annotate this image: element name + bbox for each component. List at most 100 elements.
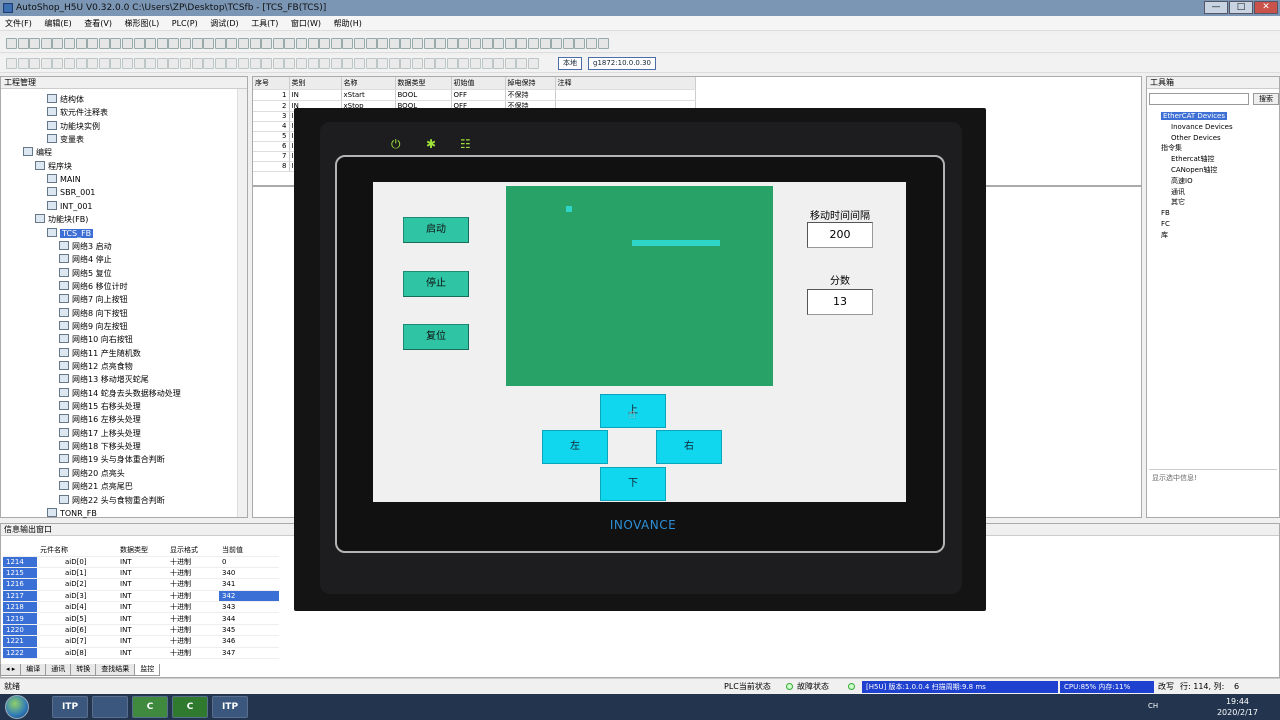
ladder-tool-icon[interactable] <box>203 58 215 69</box>
monitor-table-cell[interactable]: aiD[3] <box>37 590 117 603</box>
monitor-table-cell[interactable]: INT <box>117 601 167 614</box>
monitor-table-cell[interactable]: aiD[1] <box>37 567 117 580</box>
var-table-cell[interactable]: 2 <box>253 100 290 112</box>
monitor-table-cell[interactable]: 1220 <box>3 624 37 637</box>
ladder-tool-icon[interactable] <box>528 58 539 69</box>
toolbar-tool-icon[interactable] <box>238 38 249 49</box>
tree-item[interactable]: TONR_FB <box>47 507 97 520</box>
toolbox-item[interactable]: FB <box>1161 208 1170 219</box>
menu-debug[interactable]: 调试(D) <box>205 16 243 31</box>
monitor-table-header[interactable] <box>3 544 37 557</box>
monitor-table-cell[interactable]: INT <box>117 624 167 637</box>
output-tab[interactable]: 通讯 <box>45 664 72 676</box>
toolbar-tool-icon[interactable] <box>133 38 145 49</box>
ladder-tool-icon[interactable] <box>98 58 110 69</box>
ladder-tool-icon[interactable] <box>388 58 400 69</box>
menu-tools[interactable]: 工具(T) <box>246 16 283 31</box>
taskbar-app-itp-2[interactable]: ITP <box>212 696 248 718</box>
tree-item[interactable]: 网络16 左移头处理 <box>59 413 141 426</box>
ladder-tool-icon[interactable] <box>354 58 365 69</box>
var-table-header[interactable]: 类别 <box>289 77 342 90</box>
toolbar-tool-icon[interactable] <box>539 38 551 49</box>
taskbar-app-c1[interactable]: C <box>132 696 168 718</box>
ladder-tool-icon[interactable] <box>423 58 435 69</box>
menu-file[interactable]: 文件(F) <box>0 16 37 31</box>
monitor-table-cell[interactable]: INT <box>117 612 167 625</box>
maximize-button[interactable]: □ <box>1229 1 1253 14</box>
start-button-icon[interactable] <box>5 695 29 719</box>
table-row[interactable]: 1 IN xStart BOOL OFF 不保持 <box>253 89 696 101</box>
ladder-tool-icon[interactable] <box>29 58 41 69</box>
monitor-table-cell[interactable]: 347 <box>219 647 279 660</box>
toolbar-tool-icon[interactable] <box>551 38 563 49</box>
window-titlebar[interactable]: AutoShop_H5U V0.32.0.0 C:\Users\ZP\Deskt… <box>0 0 1280 16</box>
monitor-table-cell[interactable]: 十进制 <box>167 578 219 591</box>
ladder-tool-icon[interactable] <box>470 58 481 69</box>
toolbar-tool-icon[interactable] <box>597 38 609 49</box>
toolbar-tool-icon[interactable] <box>388 38 400 49</box>
ladder-tool-icon[interactable] <box>435 58 447 69</box>
ladder-tool-icon[interactable] <box>330 58 342 69</box>
tree-item[interactable]: 结构体 <box>47 93 84 106</box>
monitor-table-cell[interactable]: INT <box>117 635 167 648</box>
menu-plc[interactable]: PLC(P) <box>167 16 203 31</box>
tree-item[interactable]: 网络19 头与身体重合判断 <box>59 453 165 466</box>
monitor-table-cell[interactable]: aiD[6] <box>37 624 117 637</box>
var-table-cell[interactable]: 1 <box>253 89 290 101</box>
monitor-table-cell[interactable]: 1215 <box>3 567 37 580</box>
monitor-table-cell[interactable]: 十进制 <box>167 556 219 568</box>
tree-item[interactable]: 网络11 产生随机数 <box>59 347 141 360</box>
tree-item[interactable]: MAIN <box>47 173 81 186</box>
toolbox-item[interactable]: Inovance Devices <box>1171 122 1233 133</box>
toolbox-item[interactable]: 指令集 <box>1161 143 1182 154</box>
toolbox-item[interactable]: 库 <box>1161 230 1168 241</box>
monitor-table-cell[interactable]: 十进制 <box>167 624 219 637</box>
down-button[interactable]: 下 <box>600 467 666 501</box>
toolbar-tool-icon[interactable] <box>400 38 412 49</box>
var-table-cell[interactable]: 3 <box>253 111 290 122</box>
var-table-cell[interactable]: 8 <box>253 161 290 172</box>
ladder-tool-icon[interactable] <box>307 58 319 69</box>
ladder-tool-icon[interactable] <box>110 58 122 69</box>
minimize-button[interactable]: — <box>1204 1 1228 14</box>
toolbar-tool-icon[interactable] <box>435 38 447 49</box>
monitor-table-cell[interactable]: 343 <box>219 601 279 614</box>
toolbar-tool-icon[interactable] <box>319 38 331 49</box>
tree-item[interactable]: 变量表 <box>47 133 84 146</box>
monitor-table-cell[interactable]: INT <box>117 647 167 660</box>
toolbar-tool-icon[interactable] <box>307 38 319 49</box>
ladder-tool-icon[interactable] <box>342 58 354 69</box>
toolbar-tool-icon[interactable] <box>87 38 99 49</box>
var-table-header[interactable]: 名称 <box>341 77 396 90</box>
start-button[interactable]: 启动 <box>403 217 469 243</box>
toolbar-tool-icon[interactable] <box>423 38 435 49</box>
toolbar-tool-icon[interactable] <box>156 38 168 49</box>
ladder-tool-icon[interactable] <box>87 58 99 69</box>
monitor-table-cell[interactable]: INT <box>117 567 167 580</box>
ladder-tool-icon[interactable] <box>458 58 470 69</box>
var-table-header[interactable]: 注释 <box>555 77 696 90</box>
var-table-cell[interactable]: xStart <box>341 89 396 101</box>
ladder-tool-icon[interactable] <box>284 58 296 69</box>
system-clock[interactable]: 19:44 2020/2/17 <box>1217 696 1258 718</box>
monitor-table-cell[interactable]: 342 <box>219 590 279 603</box>
monitor-table-cell[interactable]: 1219 <box>3 612 37 625</box>
ladder-tool-icon[interactable] <box>504 58 516 69</box>
monitor-table-cell[interactable]: aiD[8] <box>37 647 117 660</box>
ladder-tool-icon[interactable] <box>365 58 377 69</box>
output-tab[interactable]: 编译 <box>20 664 47 676</box>
ladder-tool-icon[interactable] <box>481 58 493 69</box>
monitor-table-header[interactable]: 元件名称 <box>37 544 117 557</box>
toolbar-tool-icon[interactable] <box>214 38 226 49</box>
monitor-table-cell[interactable]: aiD[2] <box>37 578 117 591</box>
ladder-tool-icon[interactable] <box>249 58 261 69</box>
toolbox-search-button[interactable]: 搜索 <box>1253 93 1279 105</box>
toolbar-tool-icon[interactable] <box>296 38 307 49</box>
ladder-tool-icon[interactable] <box>40 58 52 69</box>
toolbar-tool-icon[interactable] <box>586 38 597 49</box>
right-button[interactable]: 右 <box>656 430 722 464</box>
toolbar-tool-icon[interactable] <box>504 38 516 49</box>
toolbox-item[interactable]: CANopen轴控 <box>1171 165 1217 176</box>
tree-item[interactable]: 网络6 移位计时 <box>59 280 128 293</box>
local-connection-label[interactable]: 本地 <box>558 57 582 70</box>
